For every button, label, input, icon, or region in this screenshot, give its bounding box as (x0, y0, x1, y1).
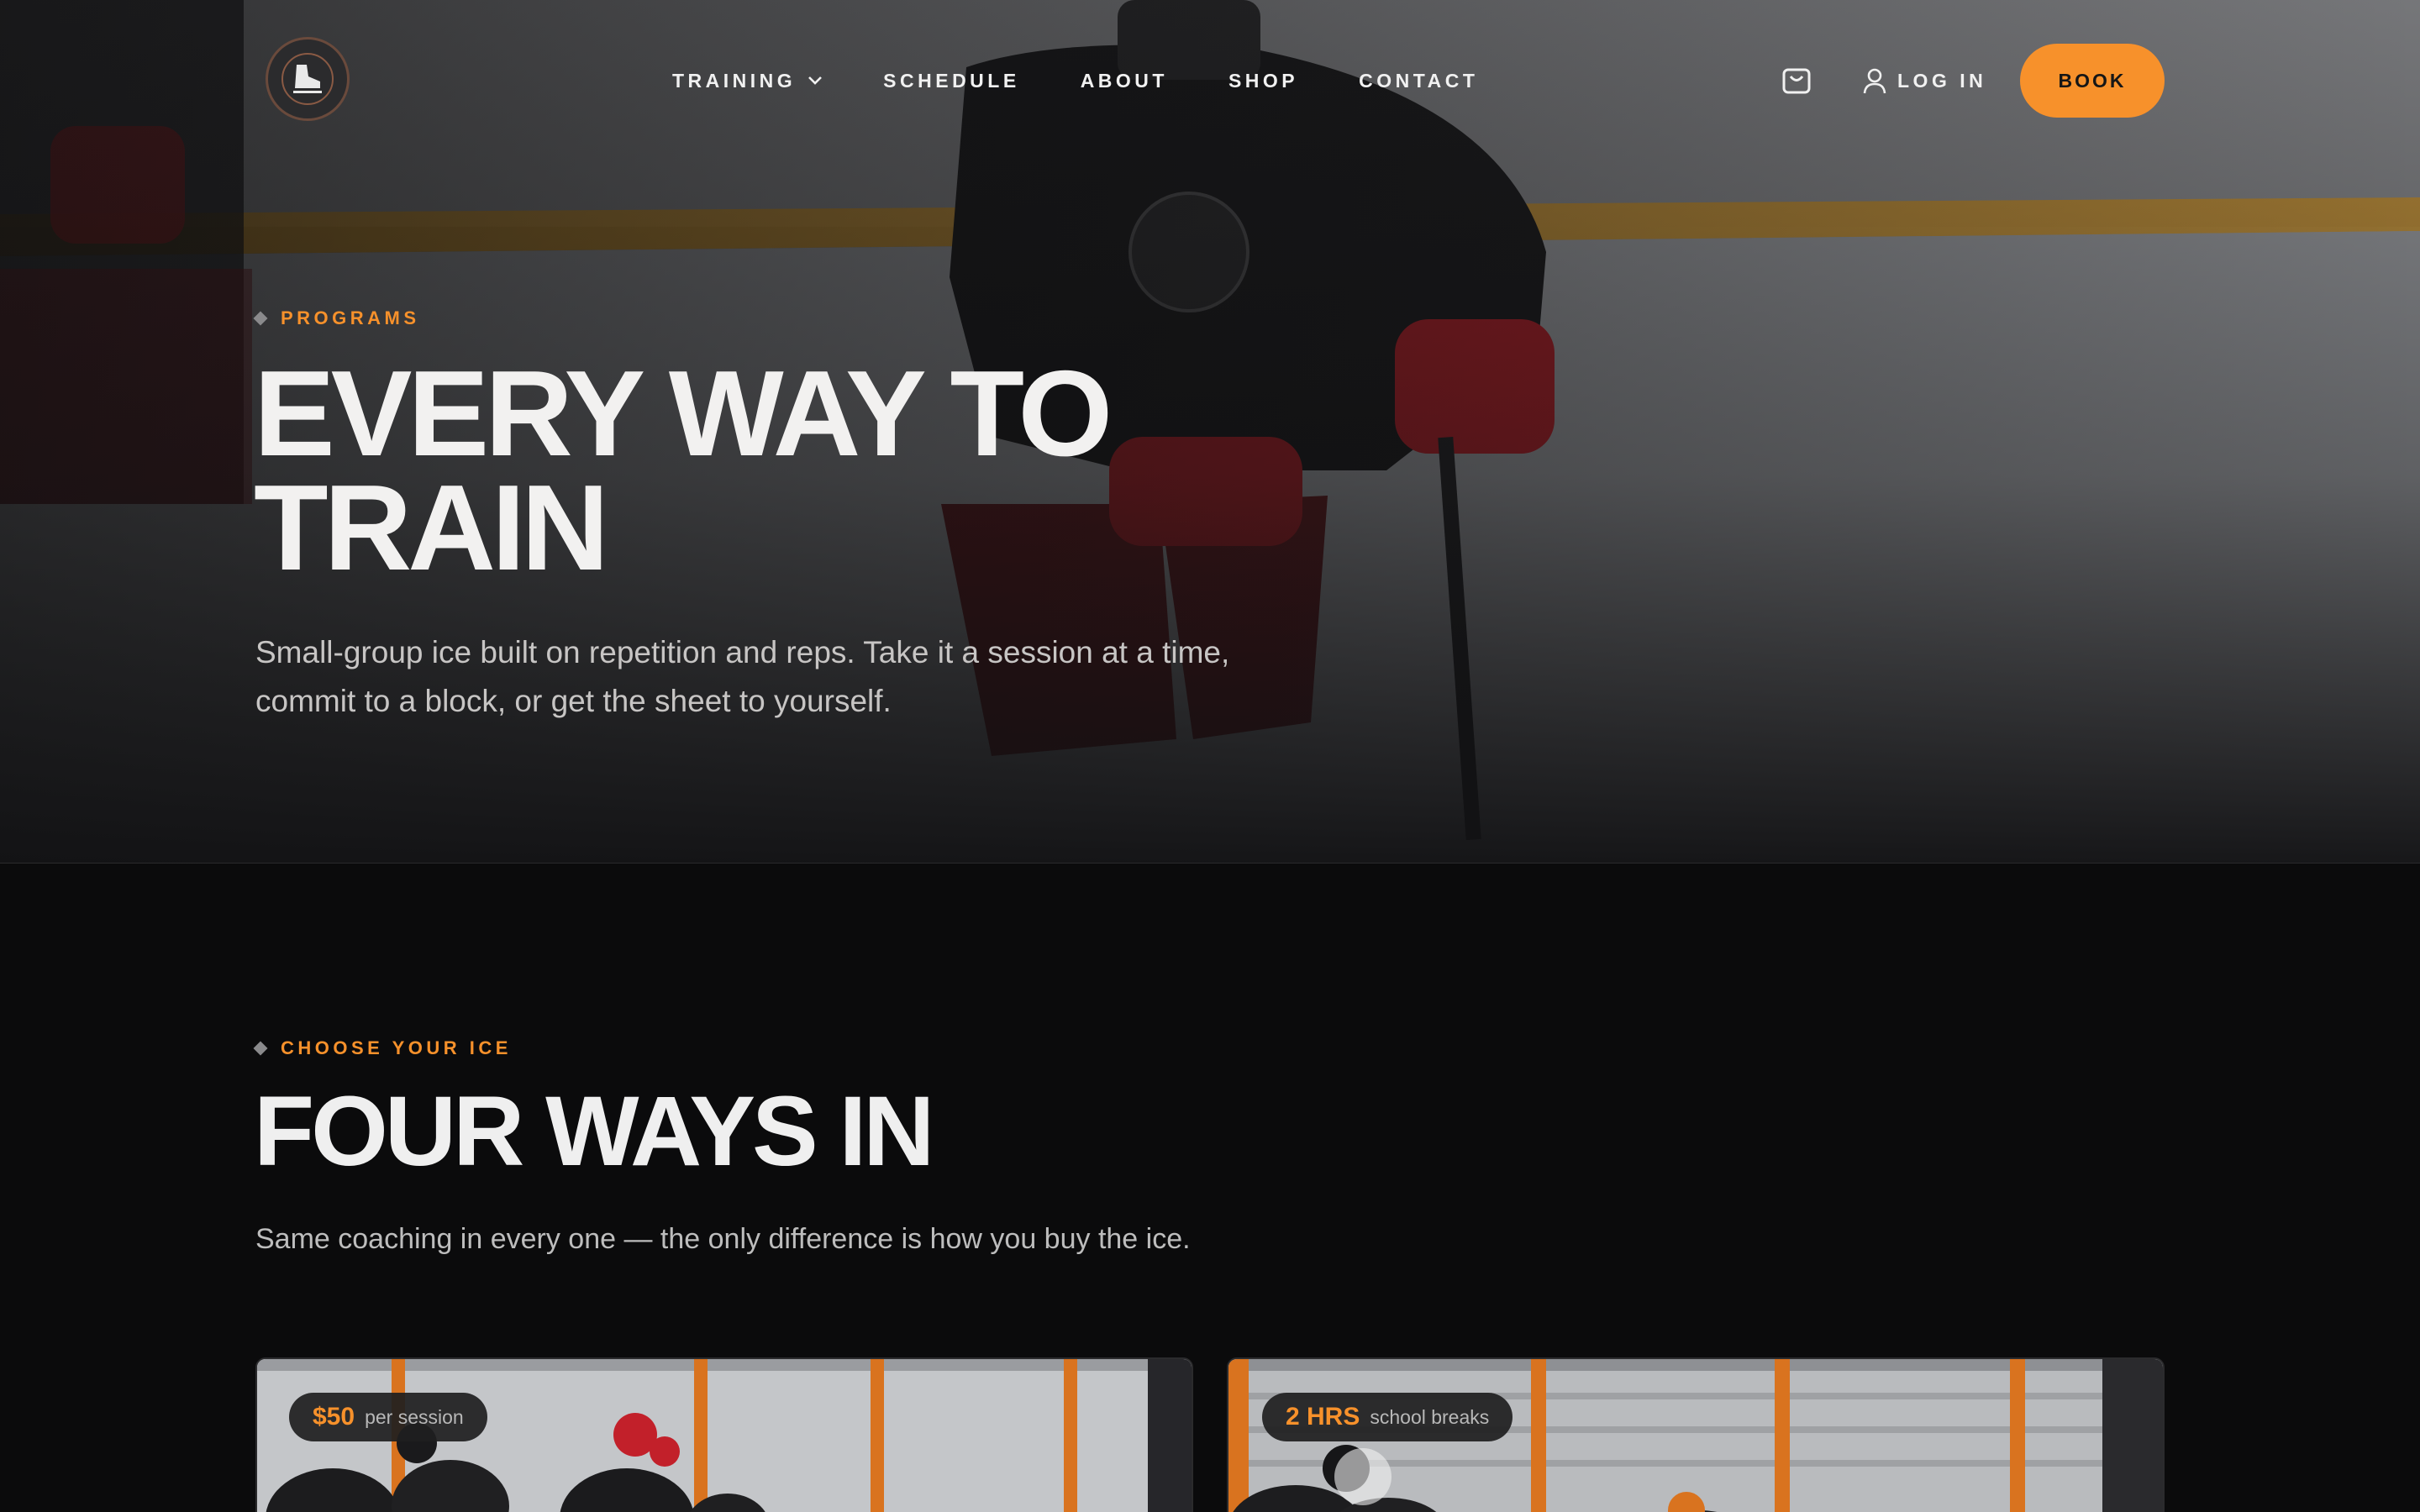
chevron-down-icon (808, 76, 823, 85)
hero-subtitle-line-1: Small-group ice built on repetition and … (255, 635, 1230, 669)
hero-title-line-2: TRAIN (254, 459, 609, 596)
nav-about-label: ABOUT (1080, 69, 1168, 92)
skate-logo-icon (281, 53, 334, 105)
brand-logo[interactable] (266, 37, 350, 121)
top-nav: TRAINING SCHEDULE ABOUT SHOP CONTACT LOG… (0, 0, 2420, 160)
section-title: FOUR WAYS IN (254, 1076, 935, 1187)
user-icon (1863, 68, 1886, 94)
primary-nav: TRAINING SCHEDULE ABOUT SHOP CONTACT (672, 66, 1539, 96)
price-value: 2 HRS (1286, 1403, 1360, 1431)
price-value: $50 (313, 1403, 355, 1431)
price-unit: per session (365, 1405, 464, 1428)
section-eyebrow: CHOOSE YOUR ICE (253, 1037, 512, 1059)
program-card-school-breaks[interactable]: 2 HRS school breaks (1227, 1357, 2165, 1512)
hero-title: EVERY WAY TO TRAIN (254, 345, 1514, 596)
hero-section: TRAINING SCHEDULE ABOUT SHOP CONTACT LOG… (0, 0, 2420, 864)
hero-eyebrow-label: PROGRAMS (281, 307, 420, 328)
price-badge: 2 HRS school breaks (1262, 1393, 1513, 1441)
book-button[interactable]: BOOK (2020, 44, 2165, 118)
login-label: LOG IN (1897, 69, 1987, 92)
hero-subtitle-line-2: commit to a block, or get the sheet to y… (255, 684, 892, 718)
program-card-session[interactable]: $50 per session (255, 1357, 1193, 1512)
section-divider (0, 863, 2420, 864)
diamond-icon (253, 311, 268, 326)
login-link[interactable]: LOG IN (1862, 64, 1986, 97)
nav-schedule-label: SCHEDULE (883, 69, 1020, 92)
hero-title-line-1: EVERY WAY TO (254, 345, 1113, 481)
nav-shop[interactable]: SHOP (1228, 70, 1298, 92)
price-unit: school breaks (1370, 1405, 1490, 1428)
section-eyebrow-label: CHOOSE YOUR ICE (281, 1037, 512, 1058)
nav-training-label: TRAINING (672, 69, 797, 92)
nav-contact-label: CONTACT (1359, 69, 1479, 92)
nav-schedule[interactable]: SCHEDULE (883, 70, 1020, 92)
nav-training[interactable]: TRAINING (672, 70, 823, 92)
diamond-icon (253, 1041, 268, 1056)
nav-about[interactable]: ABOUT (1081, 70, 1168, 92)
section-subtitle: Same coaching in every one — the only di… (255, 1223, 1191, 1255)
hero-eyebrow: PROGRAMS (253, 307, 420, 329)
page: TRAINING SCHEDULE ABOUT SHOP CONTACT LOG… (0, 0, 2420, 1512)
shopping-bag-icon[interactable] (1780, 62, 1813, 96)
hero-subtitle: Small-group ice built on repetition and … (255, 628, 1449, 726)
price-badge: $50 per session (289, 1393, 487, 1441)
nav-contact[interactable]: CONTACT (1359, 70, 1478, 92)
nav-shop-label: SHOP (1228, 69, 1299, 92)
